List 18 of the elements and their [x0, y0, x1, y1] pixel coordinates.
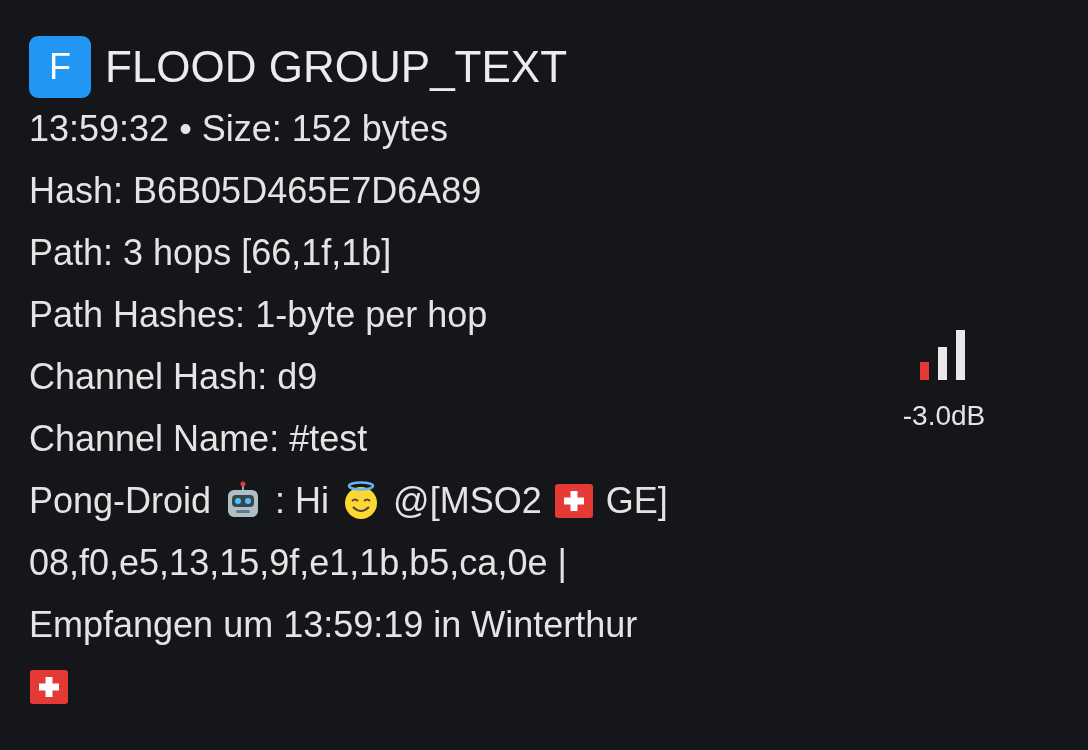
detail-text: : Hi: [275, 480, 330, 522]
letter-badge: F: [29, 36, 91, 98]
detail-text: Channel Hash: d9: [29, 356, 318, 398]
detail-text: Path: 3 hops [66,1f,1b]: [29, 232, 392, 274]
detail-text: GE]: [605, 480, 668, 522]
detail-text: Pong-Droid: [29, 480, 212, 522]
detail-text: Hash: B6B05D465E7D6A89: [29, 170, 482, 212]
swiss-flag-icon: [553, 483, 594, 519]
signal-reading: -3.0dB: [902, 400, 986, 432]
detail-text: 13:59:32 • Size: 152 bytes: [29, 108, 448, 150]
detail-text: Empfangen um 13:59:19 in Winterthur: [29, 604, 638, 646]
detail-text: 08,f0,e5,13,15,9f,e1,1b,b5,ca,0e |: [29, 542, 567, 584]
message-title: FLOOD GROUP_TEXT: [105, 42, 568, 92]
swiss-flag-icon: [29, 669, 69, 705]
detail-text: @[MSO2: [393, 480, 542, 522]
detail-text: Channel Name: #test: [29, 418, 368, 460]
detail-text: Path Hashes: 1-byte per hop: [29, 294, 488, 336]
signal-icon: [920, 330, 968, 380]
